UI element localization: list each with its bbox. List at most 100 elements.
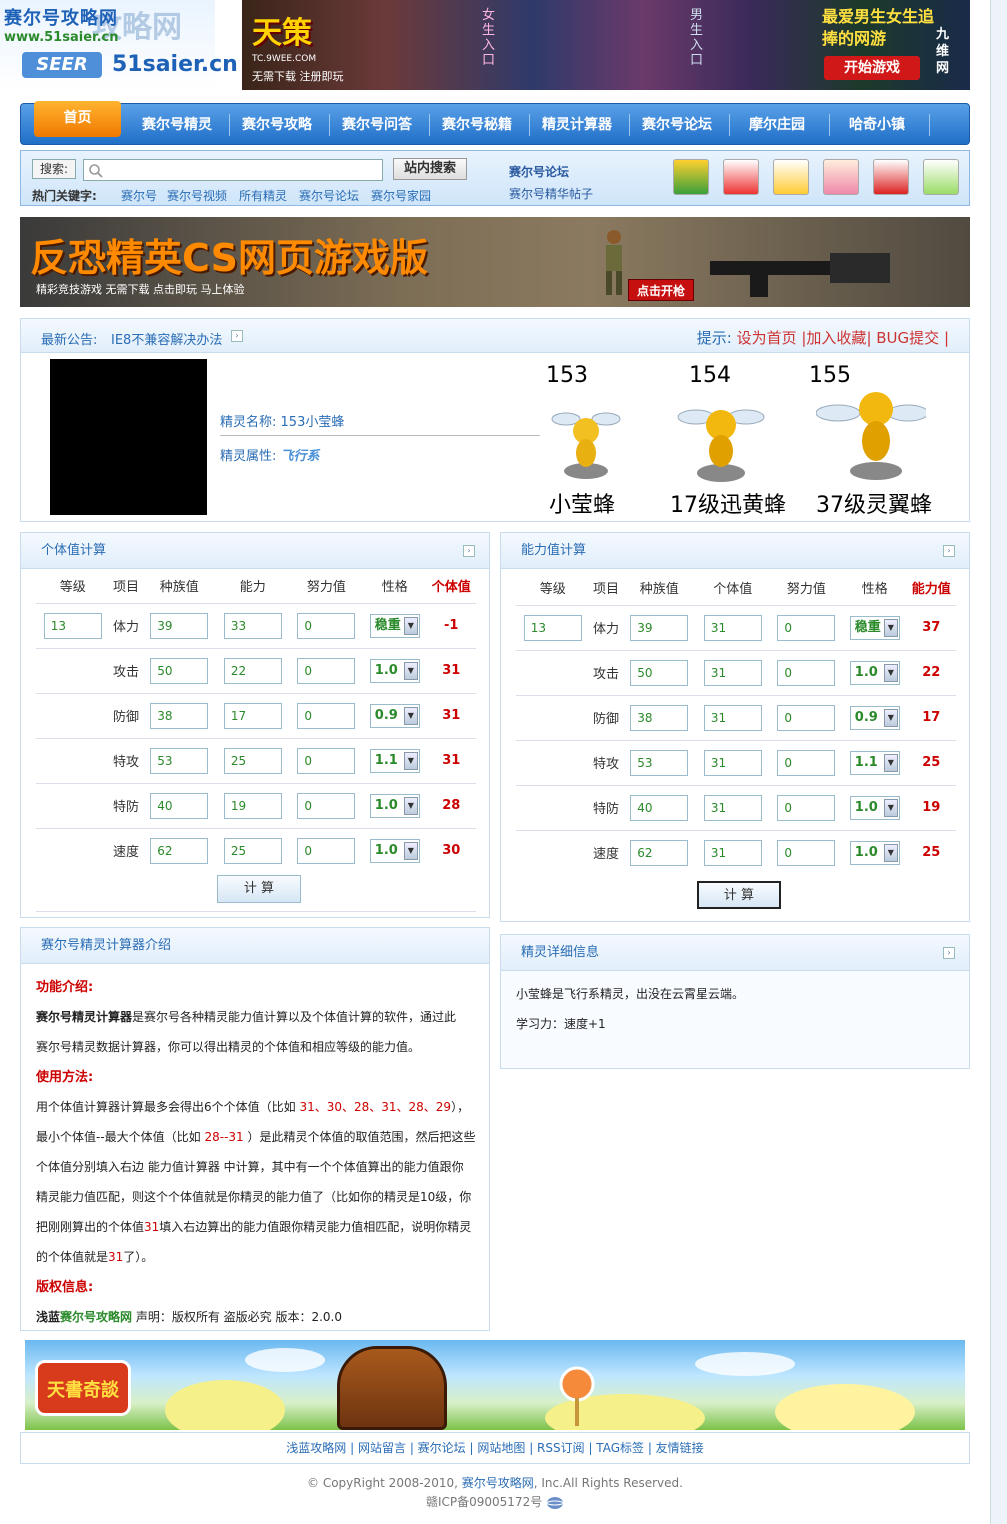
hot-keyword[interactable]: 所有精灵 (239, 187, 287, 204)
game-mario-icon[interactable] (873, 159, 909, 195)
stat-input[interactable]: 22 (223, 657, 282, 684)
ev-input[interactable]: 0 (777, 614, 836, 641)
stat-input[interactable]: 25 (223, 747, 282, 774)
forum-link[interactable]: 赛尔号论坛 (509, 163, 569, 180)
base-input[interactable]: 50 (630, 659, 689, 686)
footer-link[interactable]: 浅蓝攻略网 (286, 1441, 346, 1455)
top-ad-banner[interactable]: 天策 TC.9WEE.COM 无需下载 注册即玩 女生入口 男生入口 最爱男生女… (242, 0, 970, 90)
footer-link[interactable]: 网站地图 (477, 1441, 525, 1455)
ev-input[interactable]: 0 (297, 702, 356, 729)
nature-select[interactable]: 1.0 ▼ (369, 793, 420, 818)
ad-boy-entry[interactable]: 男生入口 (690, 8, 706, 68)
ev-input[interactable]: 0 (777, 704, 836, 731)
nature-select[interactable]: 1.1 ▼ (849, 750, 900, 775)
nav-item[interactable]: 赛尔号精灵 (127, 104, 227, 146)
bug-report-link[interactable]: BUG提交 (876, 329, 939, 347)
ev-input[interactable]: 0 (297, 612, 356, 639)
chevron-right-icon[interactable]: › (463, 545, 475, 557)
nav-item[interactable]: 摩尔庄园 (727, 104, 827, 146)
notice-link[interactable]: IE8不兼容解决办法 (111, 329, 222, 348)
iv-input[interactable]: 31 (703, 704, 762, 731)
iv-calculate-button[interactable]: 计 算 (217, 875, 301, 903)
game-cat-icon[interactable] (773, 159, 809, 195)
add-favorite-link[interactable]: 加入收藏 (806, 329, 866, 347)
iv-input[interactable]: 31 (703, 749, 762, 776)
scrollbar[interactable] (990, 0, 1007, 1524)
ev-input[interactable]: 0 (777, 839, 836, 866)
iv-input[interactable]: 31 (703, 659, 762, 686)
nature-select[interactable]: 1.0 ▼ (849, 795, 900, 820)
stat-input[interactable]: 25 (223, 837, 282, 864)
chevron-right-icon[interactable]: › (943, 947, 955, 959)
nature-select[interactable]: 0.9 ▼ (369, 703, 420, 728)
ev-input[interactable]: 0 (777, 659, 836, 686)
footer-link[interactable]: 友情链接 (656, 1441, 704, 1455)
nature-select[interactable]: 1.0 ▼ (849, 660, 900, 685)
nav-home[interactable]: 首页 (34, 101, 121, 137)
level-input[interactable]: 13 (523, 614, 582, 641)
base-input[interactable]: 38 (630, 704, 689, 731)
forum-digest-link[interactable]: 赛尔号精华帖子 (509, 185, 593, 202)
base-input[interactable]: 38 (150, 702, 209, 729)
nav-item[interactable]: 哈奇小镇 (827, 104, 927, 146)
nav-item[interactable]: 赛尔号攻略 (227, 104, 327, 146)
base-input[interactable]: 53 (630, 749, 689, 776)
nature-select[interactable]: 0.9 ▼ (849, 705, 900, 730)
base-input[interactable]: 62 (150, 837, 209, 864)
footer-link[interactable]: 赛尔论坛 (418, 1441, 466, 1455)
footer-link[interactable]: 网站留言 (358, 1441, 406, 1455)
copyright-site-link[interactable]: 赛尔号攻略网 (462, 1476, 534, 1490)
ev-input[interactable]: 0 (777, 794, 836, 821)
cs-banner-go-button[interactable]: 点击开枪 (628, 279, 694, 301)
cs-game-banner[interactable]: 反恐精英CS网页游戏版 精彩竞技游戏 无需下载 点击即玩 马上体验 点击开枪 (20, 217, 970, 307)
bottom-ad-banner[interactable]: 天書奇談 (25, 1340, 965, 1430)
base-input[interactable]: 62 (630, 839, 689, 866)
base-input[interactable]: 50 (150, 657, 209, 684)
nature-select[interactable]: 1.0 ▼ (369, 838, 420, 863)
nature-select[interactable]: 稳重 ▼ (369, 613, 420, 638)
ev-input[interactable]: 0 (777, 749, 836, 776)
base-input[interactable]: 40 (150, 792, 209, 819)
base-input[interactable]: 53 (150, 747, 209, 774)
stat-input[interactable]: 17 (223, 702, 282, 729)
nature-select[interactable]: 1.0 ▼ (369, 658, 420, 683)
ad-play-button[interactable]: 开始游戏 (824, 56, 920, 80)
hot-keyword[interactable]: 赛尔号论坛 (299, 187, 359, 204)
iv-input[interactable]: 31 (703, 614, 762, 641)
site-search-button[interactable]: 站内搜索 (393, 158, 467, 180)
base-input[interactable]: 40 (630, 794, 689, 821)
nature-select[interactable]: 1.0 ▼ (849, 840, 900, 865)
game-chat-icon[interactable] (923, 159, 959, 195)
nature-select[interactable]: 1.1 ▼ (369, 748, 420, 773)
search-input[interactable] (83, 159, 383, 181)
stat-calculate-button[interactable]: 计 算 (697, 881, 781, 909)
level-input[interactable]: 13 (43, 612, 102, 639)
site-link[interactable]: 赛尔号攻略网 (60, 1310, 132, 1324)
chevron-right-icon[interactable]: › (943, 545, 955, 557)
nav-item[interactable]: 赛尔号论坛 (627, 104, 727, 146)
game-five-icon[interactable] (673, 159, 709, 195)
game-p-icon[interactable] (723, 159, 759, 195)
footer-link[interactable]: RSS订阅 (537, 1441, 585, 1455)
ev-input[interactable]: 0 (297, 657, 356, 684)
ev-input[interactable]: 0 (297, 837, 356, 864)
stat-input[interactable]: 33 (223, 612, 282, 639)
base-input[interactable]: 39 (630, 614, 689, 641)
footer-link[interactable]: TAG标签 (596, 1441, 644, 1455)
base-input[interactable]: 39 (150, 612, 209, 639)
hot-keyword[interactable]: 赛尔号家园 (371, 187, 431, 204)
nav-item[interactable]: 精灵计算器 (527, 104, 627, 146)
hot-keyword[interactable]: 赛尔号视频 (167, 187, 227, 204)
ev-input[interactable]: 0 (297, 792, 356, 819)
site-logo[interactable]: 攻略网 赛尔号攻略网 www.51saier.cn SEER 51saier.c… (0, 0, 238, 90)
game-girl-icon[interactable] (823, 159, 859, 195)
ad-girl-entry[interactable]: 女生入口 (482, 8, 498, 68)
hot-keyword[interactable]: 赛尔号 (121, 187, 157, 204)
nature-select[interactable]: 稳重 ▼ (849, 615, 900, 640)
nav-item[interactable]: 赛尔号秘籍 (427, 104, 527, 146)
ev-input[interactable]: 0 (297, 747, 356, 774)
set-home-link[interactable]: 设为首页 (737, 329, 797, 347)
iv-input[interactable]: 31 (703, 794, 762, 821)
iv-input[interactable]: 31 (703, 839, 762, 866)
nav-item[interactable]: 赛尔号问答 (327, 104, 427, 146)
